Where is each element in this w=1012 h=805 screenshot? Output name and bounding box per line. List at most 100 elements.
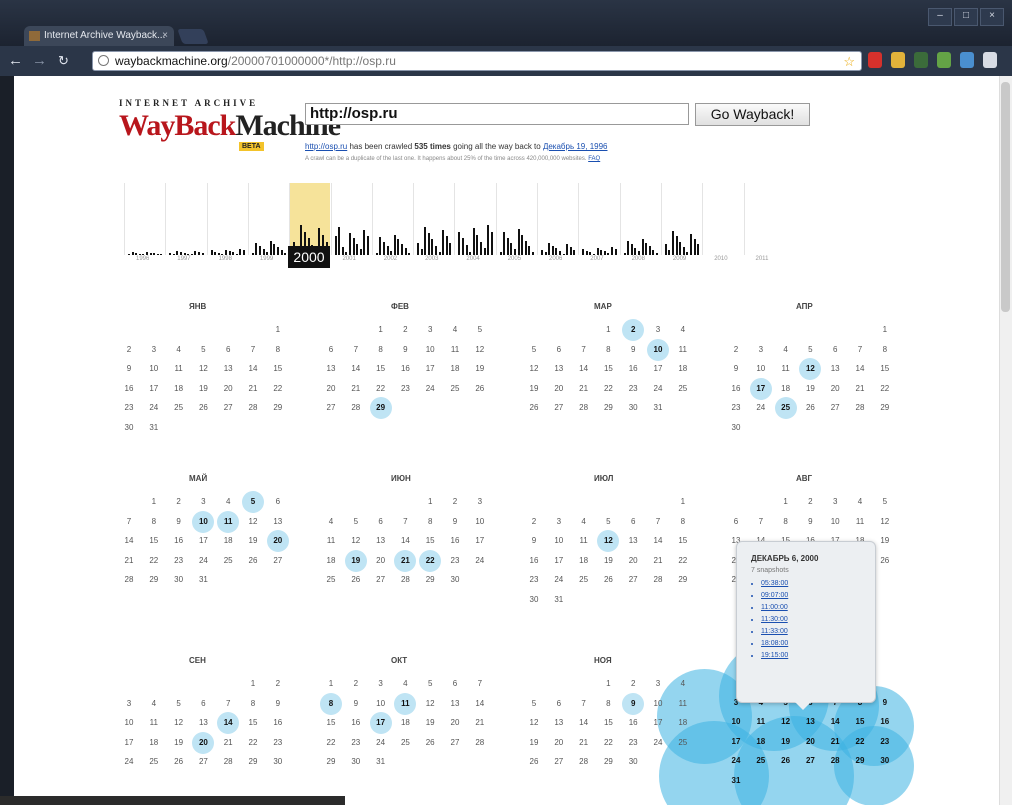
histogram-year-label[interactable]: 2005 <box>508 256 521 262</box>
snapshot-time-link[interactable]: 18:08:00 <box>761 638 875 650</box>
extension-icon[interactable] <box>960 52 974 68</box>
histogram-year-column[interactable] <box>330 183 372 255</box>
histogram-year-label[interactable]: 2006 <box>549 256 562 262</box>
snapshot-time-link[interactable]: 11:00:00 <box>761 602 875 614</box>
new-tab-button[interactable] <box>177 29 209 44</box>
histogram-year-column[interactable] <box>619 183 661 255</box>
scrollbar-thumb[interactable] <box>1001 82 1010 312</box>
calendar-day[interactable]: 15 <box>850 717 870 726</box>
day-link[interactable]: 11 <box>395 698 415 710</box>
calendar-day[interactable]: 29 <box>850 756 870 765</box>
histogram-year-column[interactable] <box>289 183 331 255</box>
calendar-day[interactable]: 30 <box>875 756 895 765</box>
calendar-day[interactable]: 13 <box>800 717 820 726</box>
extension-icon[interactable] <box>937 52 951 68</box>
calendar-day[interactable]: 18 <box>751 737 771 746</box>
calendar-day[interactable]: 24 <box>726 756 746 765</box>
wayback-logo[interactable]: INTERNET ARCHIVE WayBackMachine BETA <box>119 98 341 158</box>
calendar-day[interactable]: 11 <box>751 717 771 726</box>
day-link[interactable]: 10 <box>648 344 668 356</box>
day-link[interactable]: 9 <box>623 698 643 710</box>
day-link[interactable]: 17 <box>751 383 771 395</box>
day-link[interactable]: 2 <box>623 324 643 336</box>
histogram-year-label[interactable]: 1997 <box>177 256 190 262</box>
histogram-year-label[interactable]: 1998 <box>219 256 232 262</box>
histogram-year-column[interactable] <box>454 183 495 255</box>
histogram-year-column[interactable] <box>660 183 702 255</box>
extension-icon[interactable] <box>891 52 905 68</box>
forward-icon[interactable]: → <box>32 53 47 68</box>
day-link[interactable]: 20 <box>193 737 213 749</box>
histogram-year-column[interactable] <box>537 183 578 255</box>
day-link[interactable]: 22 <box>420 555 440 567</box>
back-icon[interactable]: ← <box>8 53 23 68</box>
first-crawl-link[interactable]: Декабрь 19, 1996 <box>543 142 608 151</box>
calendar-day[interactable]: 27 <box>800 756 820 765</box>
calendar-day[interactable]: 12 <box>776 717 796 726</box>
day-link[interactable]: 11 <box>218 516 238 528</box>
day-link[interactable]: 12 <box>800 363 820 375</box>
day-link[interactable]: 25 <box>776 402 796 414</box>
histogram-year-column[interactable] <box>578 183 619 255</box>
histogram-year-column[interactable] <box>702 183 743 255</box>
histogram-year-column[interactable] <box>206 183 248 255</box>
histogram-year-column[interactable] <box>743 183 785 255</box>
histogram-year-column[interactable] <box>165 183 206 255</box>
calendar-day[interactable]: 10 <box>726 717 746 726</box>
day-link[interactable]: 14 <box>218 717 238 729</box>
calendar-day[interactable]: 19 <box>776 737 796 746</box>
day-link[interactable]: 29 <box>371 402 391 414</box>
calendar-day[interactable]: 25 <box>751 756 771 765</box>
histogram-year-label[interactable]: 2010 <box>714 256 727 262</box>
day-link[interactable]: 20 <box>268 535 288 547</box>
day-link[interactable]: 21 <box>395 555 415 567</box>
snapshot-time-link[interactable]: 09:07:00 <box>761 590 875 602</box>
day-link[interactable]: 19 <box>346 555 366 567</box>
snapshot-time-link[interactable]: 19:15:00 <box>761 650 875 662</box>
maximize-icon[interactable]: □ <box>954 8 978 26</box>
star-icon[interactable]: ☆ <box>843 53 855 71</box>
extension-icon[interactable] <box>914 52 928 68</box>
calendar-day[interactable]: 9 <box>875 698 895 707</box>
minimize-icon[interactable]: – <box>928 8 952 26</box>
snapshot-time-link[interactable]: 05:38:00 <box>761 578 875 590</box>
histogram-year-label[interactable]: 1999 <box>260 256 273 262</box>
histogram-year-label[interactable]: 2004 <box>466 256 479 262</box>
calendar-day[interactable]: 17 <box>726 737 746 746</box>
snapshot-time-link[interactable]: 11:33:00 <box>761 626 875 638</box>
histogram-year-column[interactable] <box>495 183 537 255</box>
calendar-day[interactable]: 31 <box>726 776 746 785</box>
histogram-year-label[interactable]: 2008 <box>632 256 645 262</box>
calendar-day[interactable]: 23 <box>875 737 895 746</box>
histogram-year-column[interactable] <box>124 183 165 255</box>
histogram-year-label[interactable]: 2001 <box>343 256 356 262</box>
histogram-year-label[interactable]: 2003 <box>425 256 438 262</box>
extension-icon[interactable] <box>868 52 882 68</box>
calendar-day[interactable]: 26 <box>776 756 796 765</box>
go-wayback-button[interactable]: Go Wayback! <box>695 103 810 126</box>
histogram-year-column[interactable] <box>247 183 289 255</box>
reload-icon[interactable]: ↻ <box>58 53 69 68</box>
address-bar[interactable]: waybackmachine.org/20000701000000*/http:… <box>92 51 862 71</box>
snapshot-time-link[interactable]: 11:30:00 <box>761 614 875 626</box>
day-link[interactable]: 12 <box>598 535 618 547</box>
close-tab-icon[interactable]: × <box>162 26 168 46</box>
histogram-year-label[interactable]: 2011 <box>756 256 769 262</box>
histogram-year-label[interactable]: 1996 <box>136 256 149 262</box>
close-window-icon[interactable]: × <box>980 8 1004 26</box>
histogram-year-label[interactable]: 2007 <box>590 256 603 262</box>
calendar-day[interactable]: 21 <box>825 737 845 746</box>
day-link[interactable]: 5 <box>243 496 263 508</box>
histogram-year-column[interactable] <box>413 183 454 255</box>
url-search-input[interactable]: http://osp.ru <box>305 103 689 125</box>
histogram-year-column[interactable] <box>371 183 413 255</box>
day-link[interactable]: 17 <box>371 717 391 729</box>
calendar-day[interactable]: 16 <box>875 717 895 726</box>
calendar-day[interactable]: 14 <box>825 717 845 726</box>
day-link[interactable]: 10 <box>193 516 213 528</box>
crawl-site-link[interactable]: http://osp.ru <box>305 142 347 151</box>
browser-tab[interactable]: Internet Archive Wayback... × <box>24 26 174 46</box>
wrench-icon[interactable] <box>983 52 997 68</box>
day-link[interactable]: 8 <box>321 698 341 710</box>
calendar-day[interactable]: 22 <box>850 737 870 746</box>
